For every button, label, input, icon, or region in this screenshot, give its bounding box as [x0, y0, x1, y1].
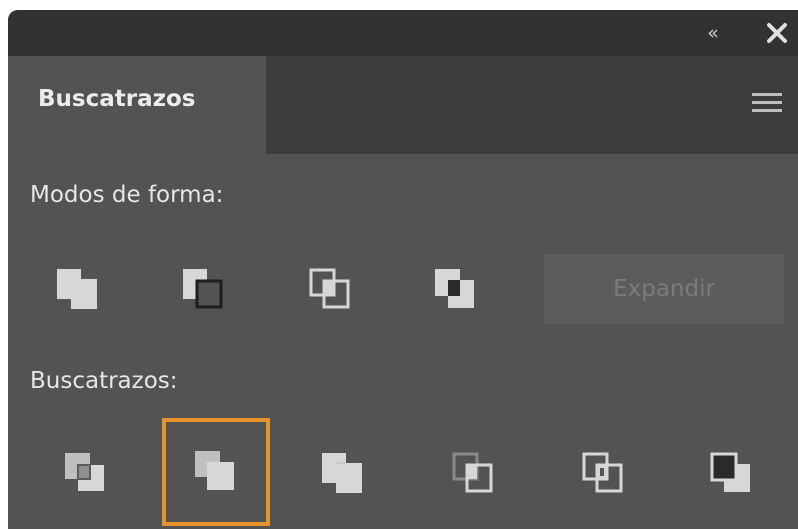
outline-icon[interactable]	[566, 436, 640, 510]
merge-icon[interactable]	[305, 436, 379, 510]
minus-front-icon[interactable]	[166, 252, 240, 326]
tab-label: Buscatrazos	[38, 86, 196, 112]
intersect-icon[interactable]	[293, 252, 367, 326]
trim-icon[interactable]	[162, 418, 270, 526]
close-icon[interactable]	[760, 16, 794, 50]
pathfinders-label: Buscatrazos:	[30, 368, 178, 394]
hamburger-menu-icon[interactable]	[748, 90, 788, 120]
minus-back-icon[interactable]	[694, 436, 768, 510]
crop-icon[interactable]	[436, 436, 510, 510]
tab-bar: Buscatrazos	[8, 56, 798, 154]
unite-icon[interactable]	[40, 252, 114, 326]
panel-titlebar: «	[8, 10, 798, 56]
tab-pathfinder[interactable]: Buscatrazos	[8, 56, 266, 154]
exclude-icon[interactable]	[418, 252, 492, 326]
divide-icon[interactable]	[48, 436, 122, 510]
pathfinder-panel: « Buscatrazos Modos de forma: Expandir B…	[8, 10, 798, 529]
expand-button: Expandir	[544, 254, 784, 324]
collapse-panel-button[interactable]: «	[700, 20, 726, 46]
shape-modes-label: Modos de forma:	[30, 182, 224, 208]
